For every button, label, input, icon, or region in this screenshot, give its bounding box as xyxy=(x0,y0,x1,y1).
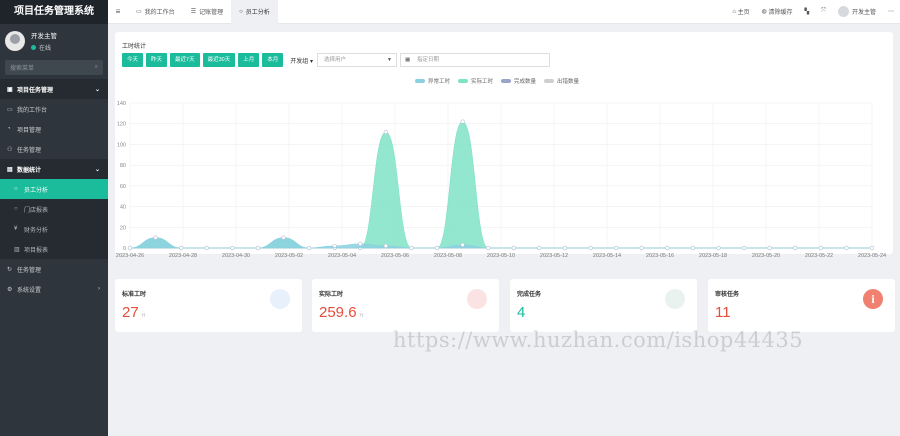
x-tick-label: 2023-04-28 xyxy=(169,253,197,259)
card-title: 标准工时 xyxy=(122,292,147,298)
y-tick-label: 80 xyxy=(120,163,126,169)
data-point xyxy=(665,245,670,251)
data-point xyxy=(307,245,312,251)
watermark: https://www.huzhan.com/ishop44435 xyxy=(393,328,804,352)
data-point xyxy=(460,119,465,124)
card-unit: H xyxy=(359,313,364,319)
y-tick-label: 120 xyxy=(117,122,126,128)
card-title: 实际工时 xyxy=(319,292,344,298)
card-value-number: 259.6 xyxy=(319,304,357,321)
data-point xyxy=(614,245,619,251)
data-point xyxy=(511,245,516,251)
data-point xyxy=(127,245,133,251)
card-value-number: 11 xyxy=(715,304,731,321)
x-tick-label: 2023-05-08 xyxy=(434,253,462,259)
data-point xyxy=(741,245,747,251)
data-point xyxy=(869,245,875,251)
stat-card: 实际工时 259.6 H xyxy=(312,279,499,332)
x-tick-label: 2023-05-02 xyxy=(275,253,303,259)
x-tick-label: 2023-05-22 xyxy=(805,253,833,259)
stat-card: 审核任务 11 i xyxy=(708,279,895,332)
y-tick-label: 140 xyxy=(117,101,126,107)
x-tick-label: 2023-05-12 xyxy=(540,253,568,259)
data-point xyxy=(383,243,388,249)
data-point xyxy=(537,245,542,251)
data-point xyxy=(383,129,388,135)
y-tick-label: 20 xyxy=(120,225,126,231)
data-point xyxy=(358,241,363,246)
stat-card: 完成任务 4 xyxy=(510,279,697,332)
x-tick-label: 2023-05-24 xyxy=(858,253,886,259)
data-point xyxy=(486,245,491,251)
card-unit: H xyxy=(141,313,146,319)
x-tick-label: 2023-05-18 xyxy=(699,253,727,259)
card-value: 27 H xyxy=(122,304,145,321)
x-tick-label: 2023-04-26 xyxy=(116,253,144,259)
y-tick-label: 0 xyxy=(123,246,126,252)
data-point xyxy=(230,245,235,251)
data-point xyxy=(844,245,849,251)
data-point xyxy=(204,245,209,251)
data-point xyxy=(409,245,414,251)
data-point xyxy=(690,245,695,251)
hours-chart: 0 20 40 60 80 100 120 140 2023-04-26 2023-04-28 20… xyxy=(116,101,886,259)
x-tick-label: 2023-04-30 xyxy=(222,253,250,259)
data-point xyxy=(588,245,593,251)
data-point xyxy=(639,245,644,251)
card-value: 4 xyxy=(517,304,528,321)
data-point xyxy=(562,245,568,251)
card-value-number: 27 xyxy=(122,304,139,321)
data-point xyxy=(818,245,823,251)
data-point xyxy=(434,245,440,251)
y-tick-label: 60 xyxy=(120,184,126,190)
data-point xyxy=(460,242,465,247)
info-icon: i xyxy=(863,289,883,309)
card-value: 11 xyxy=(715,304,734,321)
data-point xyxy=(716,245,721,251)
y-tick-label: 40 xyxy=(120,205,126,211)
stat-card: 标准工时 27 H xyxy=(115,279,302,332)
card-title: 完成任务 xyxy=(517,292,542,298)
x-tick-label: 2023-05-06 xyxy=(381,253,409,259)
data-point xyxy=(179,245,184,251)
x-tick-label: 2023-05-10 xyxy=(487,253,515,259)
data-point xyxy=(281,235,286,240)
data-point xyxy=(255,245,261,251)
calendar-icon xyxy=(467,289,487,309)
data-point xyxy=(153,235,158,240)
x-tick-label: 2023-05-16 xyxy=(646,253,674,259)
x-tick-label: 2023-05-14 xyxy=(593,253,621,259)
x-tick-label: 2023-05-20 xyxy=(752,253,780,259)
card-value: 259.6 H xyxy=(319,304,363,321)
data-point xyxy=(767,245,772,251)
card-value-number: 4 xyxy=(517,304,526,321)
refresh-icon xyxy=(665,289,685,309)
data-point xyxy=(793,245,798,251)
clock-icon xyxy=(270,289,290,309)
y-tick-label: 100 xyxy=(117,142,126,148)
x-tick-label: 2023-05-04 xyxy=(328,253,356,259)
data-point xyxy=(332,243,337,249)
card-title: 审核任务 xyxy=(715,292,740,298)
